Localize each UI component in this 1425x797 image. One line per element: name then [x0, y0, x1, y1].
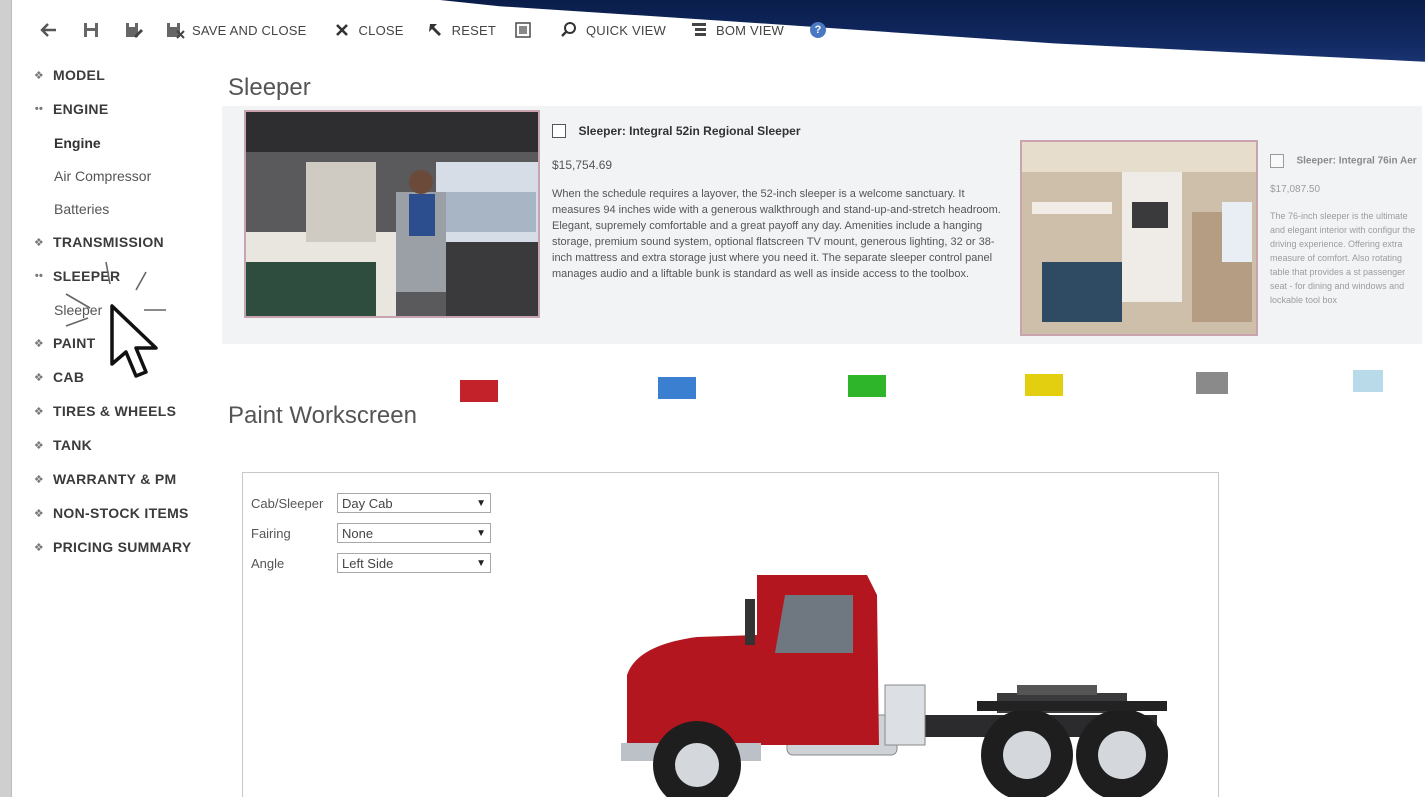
save-icon[interactable]	[80, 19, 102, 41]
bom-view-button[interactable]: BOM VIEW	[688, 19, 784, 41]
bom-view-label: BOM VIEW	[715, 22, 785, 38]
save-and-close-button[interactable]: SAVE AND CLOSE	[164, 19, 307, 41]
toolbar: SAVE AND CLOSE CLOSE RESET QUICK VIEW BO…	[38, 8, 827, 52]
sleeper-76in-checkbox[interactable]	[1270, 153, 1284, 168]
swatch-green[interactable]	[848, 375, 886, 397]
sidebar-subitem-engine[interactable]: Engine	[32, 126, 222, 159]
quick-view-button[interactable]: QUICK VIEW	[558, 19, 666, 41]
dropdown-arrow-icon: ▼	[476, 527, 486, 539]
sidebar-item-label: WARRANTY & PM	[53, 471, 177, 487]
fairing-field: Fairing None ▼	[251, 523, 491, 543]
search-icon	[558, 19, 580, 41]
paint-workscreen-panel: Cab/Sleeper Day Cab ▼ Fairing None ▼ Ang…	[242, 472, 1219, 797]
sidebar-item-label: TANK	[53, 437, 93, 453]
fairing-select[interactable]: None ▼	[337, 523, 491, 543]
sleeper-52in-description: When the schedule requires a layover, th…	[552, 188, 1001, 280]
sidebar-item-pricing-summary[interactable]: ❖ PRICING SUMMARY	[32, 530, 222, 564]
diamond-marker-icon: ❖	[33, 439, 45, 452]
cab-sleeper-label: Cab/Sleeper	[251, 495, 324, 511]
angle-field: Angle Left Side ▼	[251, 553, 491, 573]
diamond-marker-icon: ❖	[33, 405, 45, 418]
paint-workscreen-title: Paint Workscreen	[228, 402, 417, 429]
sidebar-item-label: PRICING SUMMARY	[53, 539, 192, 555]
close-label: CLOSE	[358, 22, 404, 38]
angle-value: Left Side	[342, 555, 394, 571]
sidebar-item-warranty-pm[interactable]: ❖ WARRANTY & PM	[32, 462, 222, 496]
diamond-marker-icon: ❖	[33, 69, 45, 82]
diamond-marker-icon: ❖	[33, 337, 45, 350]
quick-view-label: QUICK VIEW	[585, 22, 666, 38]
sidebar-item-tank[interactable]: ❖ TANK	[32, 428, 222, 462]
sidebar-item-label: ENGINE	[53, 101, 109, 117]
save-close-icon	[164, 19, 186, 41]
diamond-marker-icon: ❖	[33, 236, 45, 249]
dropdown-arrow-icon: ▼	[476, 497, 486, 509]
sidebar-item-label: MODEL	[53, 67, 106, 83]
sleeper-option-52in: Sleeper: Integral 52in Regional Sleeper …	[552, 122, 1010, 282]
expanded-dots-icon: ••	[34, 270, 44, 282]
sidebar-item-label: TRANSMISSION	[53, 234, 164, 250]
cab-sleeper-select[interactable]: Day Cab ▼	[337, 493, 491, 513]
paint-color-swatches	[238, 370, 1383, 402]
sidebar-item-tires-wheels[interactable]: ❖ TIRES & WHEELS	[32, 394, 222, 428]
reset-label: RESET	[451, 22, 496, 38]
dropdown-arrow-icon: ▼	[476, 557, 486, 569]
sidebar-item-label: TIRES & WHEELS	[53, 403, 177, 419]
reset-arrow-icon	[424, 19, 446, 41]
cab-sleeper-field: Cab/Sleeper Day Cab ▼	[251, 493, 491, 513]
sidebar-item-engine[interactable]: •• ENGINE	[32, 92, 222, 126]
cab-sleeper-value: Day Cab	[342, 495, 393, 511]
sleeper-52in-price: $15,754.69	[552, 158, 613, 172]
expanded-dots-icon: ••	[34, 103, 44, 115]
angle-select[interactable]: Left Side ▼	[337, 553, 491, 573]
fairing-label: Fairing	[251, 525, 291, 541]
sleeper-76in-description: The 76-inch sleeper is the ultimate and …	[1270, 211, 1416, 305]
swatch-red[interactable]	[460, 380, 498, 402]
diamond-marker-icon: ❖	[33, 371, 45, 384]
sidebar-item-label: CAB	[53, 369, 85, 385]
swatch-yellow[interactable]	[1025, 374, 1063, 396]
fairing-value: None	[342, 525, 374, 541]
sleeper-section-title: Sleeper	[228, 74, 311, 101]
swatch-blue[interactable]	[658, 377, 696, 399]
list-icon	[688, 19, 710, 41]
angle-label: Angle	[251, 555, 285, 571]
sleeper-52in-name: Sleeper: Integral 52in Regional Sleeper	[578, 123, 801, 138]
sidebar-subitem-batteries[interactable]: Batteries	[32, 192, 222, 225]
save-as-icon[interactable]	[122, 19, 144, 41]
sleeper-options-panel: Sleeper: Integral 52in Regional Sleeper …	[222, 106, 1422, 344]
back-arrow-icon[interactable]	[38, 19, 60, 41]
mouse-pointer-icon	[110, 304, 158, 378]
sleeper-76in-photo	[1020, 140, 1258, 336]
preview-icon[interactable]	[512, 19, 534, 41]
sidebar-item-label: NON-STOCK ITEMS	[53, 505, 189, 521]
window-frame-edge	[0, 0, 12, 797]
close-button[interactable]: CLOSE	[331, 19, 404, 41]
truck-preview-image	[621, 575, 1168, 797]
sleeper-option-76in: Sleeper: Integral 76in Aer $17,087.50 Th…	[1270, 152, 1422, 342]
diamond-marker-icon: ❖	[33, 541, 45, 554]
sleeper-76in-price: $17,087.50	[1270, 184, 1321, 195]
save-and-close-label: SAVE AND CLOSE	[192, 22, 307, 38]
reset-button[interactable]: RESET	[424, 19, 496, 41]
sidebar-item-non-stock-items[interactable]: ❖ NON-STOCK ITEMS	[32, 496, 222, 530]
swatch-light-blue[interactable]	[1353, 370, 1383, 392]
diamond-marker-icon: ❖	[33, 507, 45, 520]
close-icon	[331, 19, 353, 41]
diamond-marker-icon: ❖	[33, 473, 45, 486]
sleeper-52in-photo	[244, 110, 540, 318]
sleeper-76in-name: Sleeper: Integral 76in Aer	[1296, 155, 1417, 167]
sidebar-item-model[interactable]: ❖ MODEL	[32, 58, 222, 92]
swatch-gray[interactable]	[1196, 372, 1228, 394]
help-icon[interactable]: ?	[810, 22, 827, 38]
sidebar-subitem-air-compressor[interactable]: Air Compressor	[32, 159, 222, 192]
sleeper-52in-checkbox[interactable]	[552, 123, 566, 138]
